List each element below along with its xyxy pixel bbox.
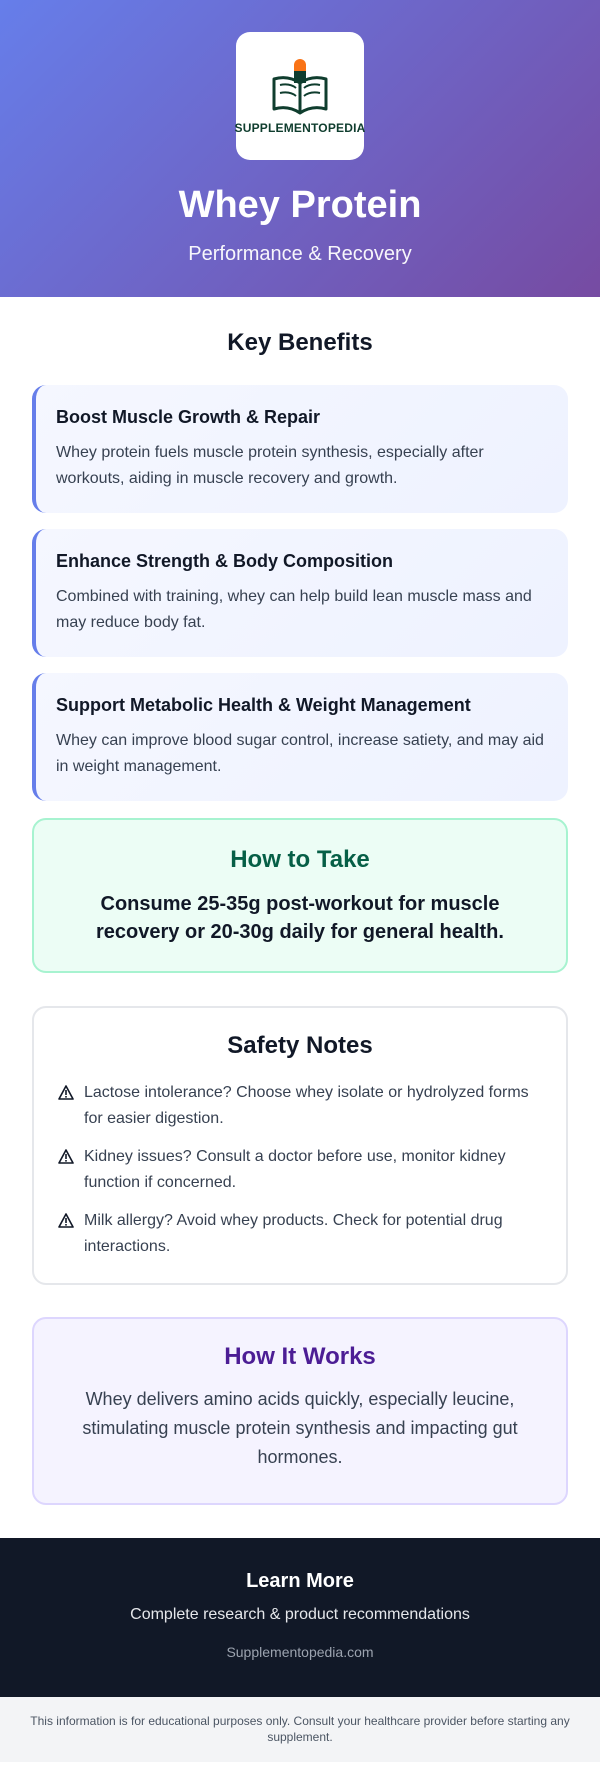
- how-it-works-card: How It Works Whey delivers amino acids q…: [32, 1317, 568, 1505]
- how-to-take-card: How to Take Consume 25-35g post-workout …: [32, 818, 568, 973]
- dosage-text: Consume 25-35g post-workout for muscle r…: [96, 893, 504, 943]
- key-benefits-section: Key Benefits Boost Muscle Growth & Repai…: [0, 297, 600, 801]
- warning-icon: [58, 1144, 84, 1169]
- benefit-description: Whey can improve blood sugar control, in…: [56, 732, 544, 775]
- safety-item: Kidney issues? Consult a doctor before u…: [58, 1144, 542, 1196]
- learn-more-footer: Learn More Complete research & product r…: [0, 1538, 600, 1697]
- book-capsule-icon: [272, 59, 328, 115]
- benefit-title: Boost Muscle Growth & Repair: [56, 407, 321, 427]
- how-it-works-title: How It Works: [224, 1343, 376, 1370]
- how-it-works-text: Whey delivers amino acids quickly, espec…: [82, 1389, 518, 1467]
- how-to-take-title: How to Take: [230, 846, 370, 873]
- warning-icon: [58, 1080, 84, 1105]
- safety-notes-title: Safety Notes: [227, 1032, 373, 1059]
- page-subtitle: Performance & Recovery: [188, 243, 412, 265]
- safety-text: Kidney issues? Consult a doctor before u…: [84, 1148, 506, 1191]
- benefit-title: Enhance Strength & Body Composition: [56, 551, 394, 571]
- benefit-card: Boost Muscle Growth & Repair Whey protei…: [32, 385, 568, 513]
- safety-text: Milk allergy? Avoid whey products. Check…: [84, 1212, 503, 1255]
- benefit-card: Enhance Strength & Body Composition Comb…: [32, 529, 568, 657]
- warning-icon: [58, 1208, 84, 1233]
- benefit-description: Whey protein fuels muscle protein synthe…: [56, 444, 484, 487]
- website-link[interactable]: Supplementopedia.com: [226, 1644, 373, 1660]
- learn-more-title: Learn More: [246, 1570, 354, 1592]
- benefit-title: Support Metabolic Health & Weight Manage…: [56, 695, 471, 715]
- disclaimer-text: This information is for educational purp…: [0, 1697, 600, 1762]
- safety-item: Lactose intolerance? Choose whey isolate…: [58, 1080, 542, 1132]
- benefit-description: Combined with training, whey can help bu…: [56, 588, 532, 631]
- safety-text: Lactose intolerance? Choose whey isolate…: [84, 1084, 529, 1127]
- safety-notes-card: Safety Notes Lactose intolerance? Choose…: [32, 1006, 568, 1285]
- safety-item: Milk allergy? Avoid whey products. Check…: [58, 1208, 542, 1260]
- hero-header: SUPPLEMENTOPEDIA Whey Protein Performanc…: [0, 0, 600, 297]
- benefits-heading: Key Benefits: [227, 329, 373, 356]
- benefit-card: Support Metabolic Health & Weight Manage…: [32, 673, 568, 801]
- logo-text: SUPPLEMENTOPEDIA: [234, 121, 366, 135]
- learn-more-subtitle: Complete research & product recommendati…: [130, 1606, 470, 1623]
- brand-logo[interactable]: SUPPLEMENTOPEDIA: [234, 32, 366, 160]
- page-title: Whey Protein: [178, 184, 422, 226]
